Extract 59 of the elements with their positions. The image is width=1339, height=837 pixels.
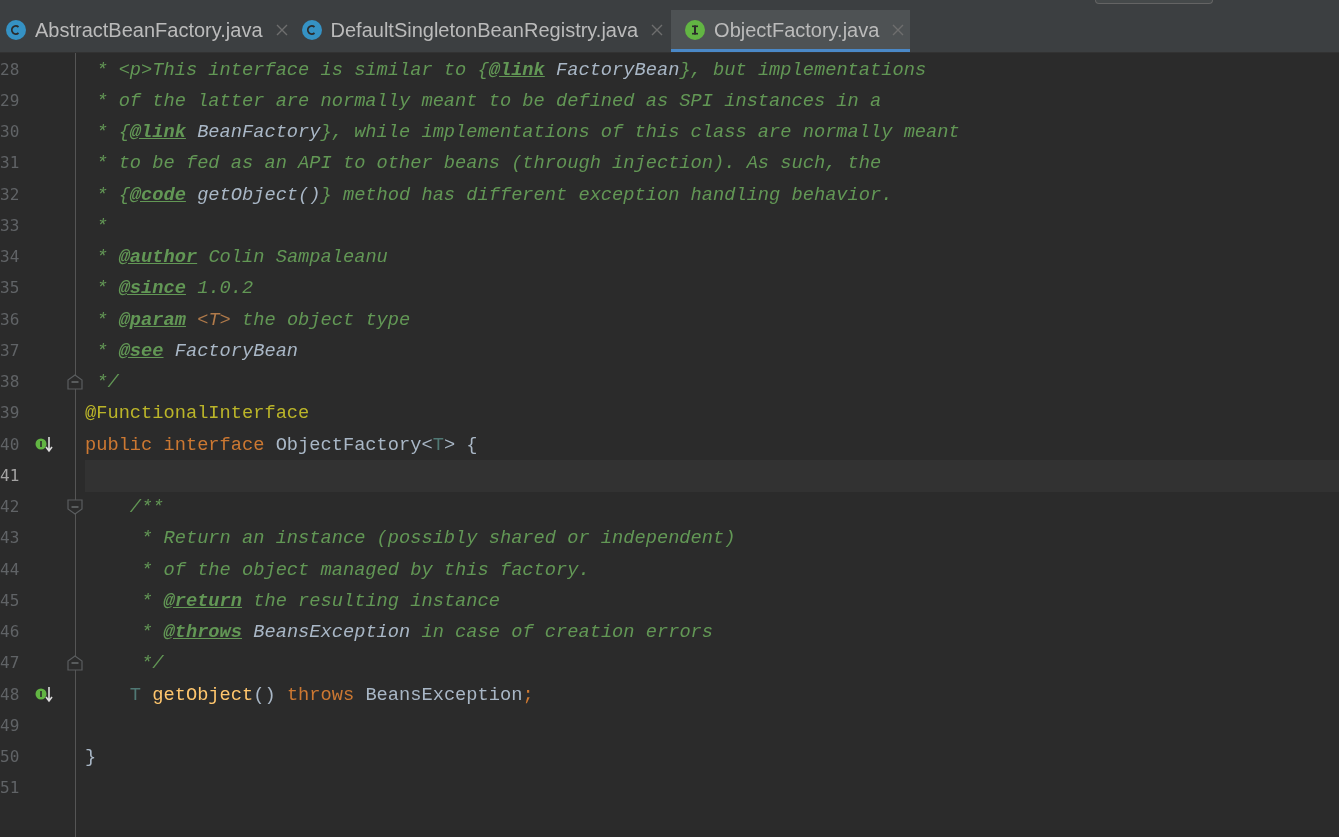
line-number: 31 [0,153,20,173]
code-line: * @since 1.0.2 [95,276,254,302]
code-line: * @see FactoryBean [95,338,299,364]
close-icon[interactable] [275,23,288,36]
line-number: 50 [0,747,20,767]
line-number: 46 [0,622,20,642]
code-line: * @author Colin Sampaleanu [95,245,388,271]
editor-tab[interactable]: ObjectFactory.java [671,10,911,52]
implemented-icon[interactable] [35,685,53,703]
line-number: 49 [0,715,20,735]
code-line: * to be fed as an API to other beans (through injection). As such, the [95,151,882,177]
editor-tab[interactable]: AbstractBeanFactory.java [0,10,296,52]
fold-icon[interactable] [67,373,83,390]
line-number: 29 [0,90,20,110]
code-line: * @throws BeansException in case of creation errors [140,620,714,646]
line-number: 47 [0,653,20,673]
line-number: 40 [0,434,20,454]
line-number: 35 [0,278,20,298]
line-number: 28 [0,59,20,79]
class-icon [301,19,322,40]
code-line: * of the latter are normally meant to be defined as SPI instances in a [95,88,882,114]
implemented-icon[interactable] [35,435,53,453]
line-number: 30 [0,122,20,142]
close-icon[interactable] [892,23,905,36]
line-number: 32 [0,184,20,204]
code-line: * <p>This interface is similar to {@link FactoryBean}, but implementations [95,57,927,83]
code-line: * {@code getObject()} method has different exception handling behavior. [95,182,893,208]
editor-tab[interactable]: DefaultSingletonBeanRegistry.java [295,10,672,52]
line-number: 33 [0,215,20,235]
code-line: /** [128,495,164,521]
code-line: * @param <T> the object type [95,307,411,333]
interface-icon [685,19,706,40]
code-line: public interface ObjectFactory<T> { [85,432,478,458]
code-line: * @return the resulting instance [140,588,500,614]
fold-icon[interactable] [67,654,83,671]
code-line: * [95,213,108,239]
line-number: 38 [0,372,20,392]
line-number: 44 [0,559,20,579]
line-number: 34 [0,247,20,267]
code-line: * of the object managed by this factory. [140,557,590,583]
code-line: } [85,745,97,771]
fold-icon[interactable] [67,498,83,515]
line-number: 42 [0,497,20,517]
code-line: */ [95,370,119,396]
line-number: 43 [0,528,20,548]
class-icon [6,19,26,40]
line-number: 36 [0,309,20,329]
line-number: 37 [0,340,20,360]
code-line: */ [140,651,164,677]
code-line: * Return an instance (possibly shared or independent) [140,526,736,552]
line-number: 45 [0,590,20,610]
line-number: 51 [0,778,20,798]
close-icon[interactable] [651,23,664,36]
line-number: 39 [0,403,20,423]
code-line: * {@link BeanFactory}, while implementations of this class are normally meant [95,120,960,146]
code-line: T getObject() throws BeansException; [128,682,534,708]
line-number: 48 [0,684,20,704]
line-number: 41 [0,465,20,485]
code-line: @FunctionalInterface [85,401,310,427]
